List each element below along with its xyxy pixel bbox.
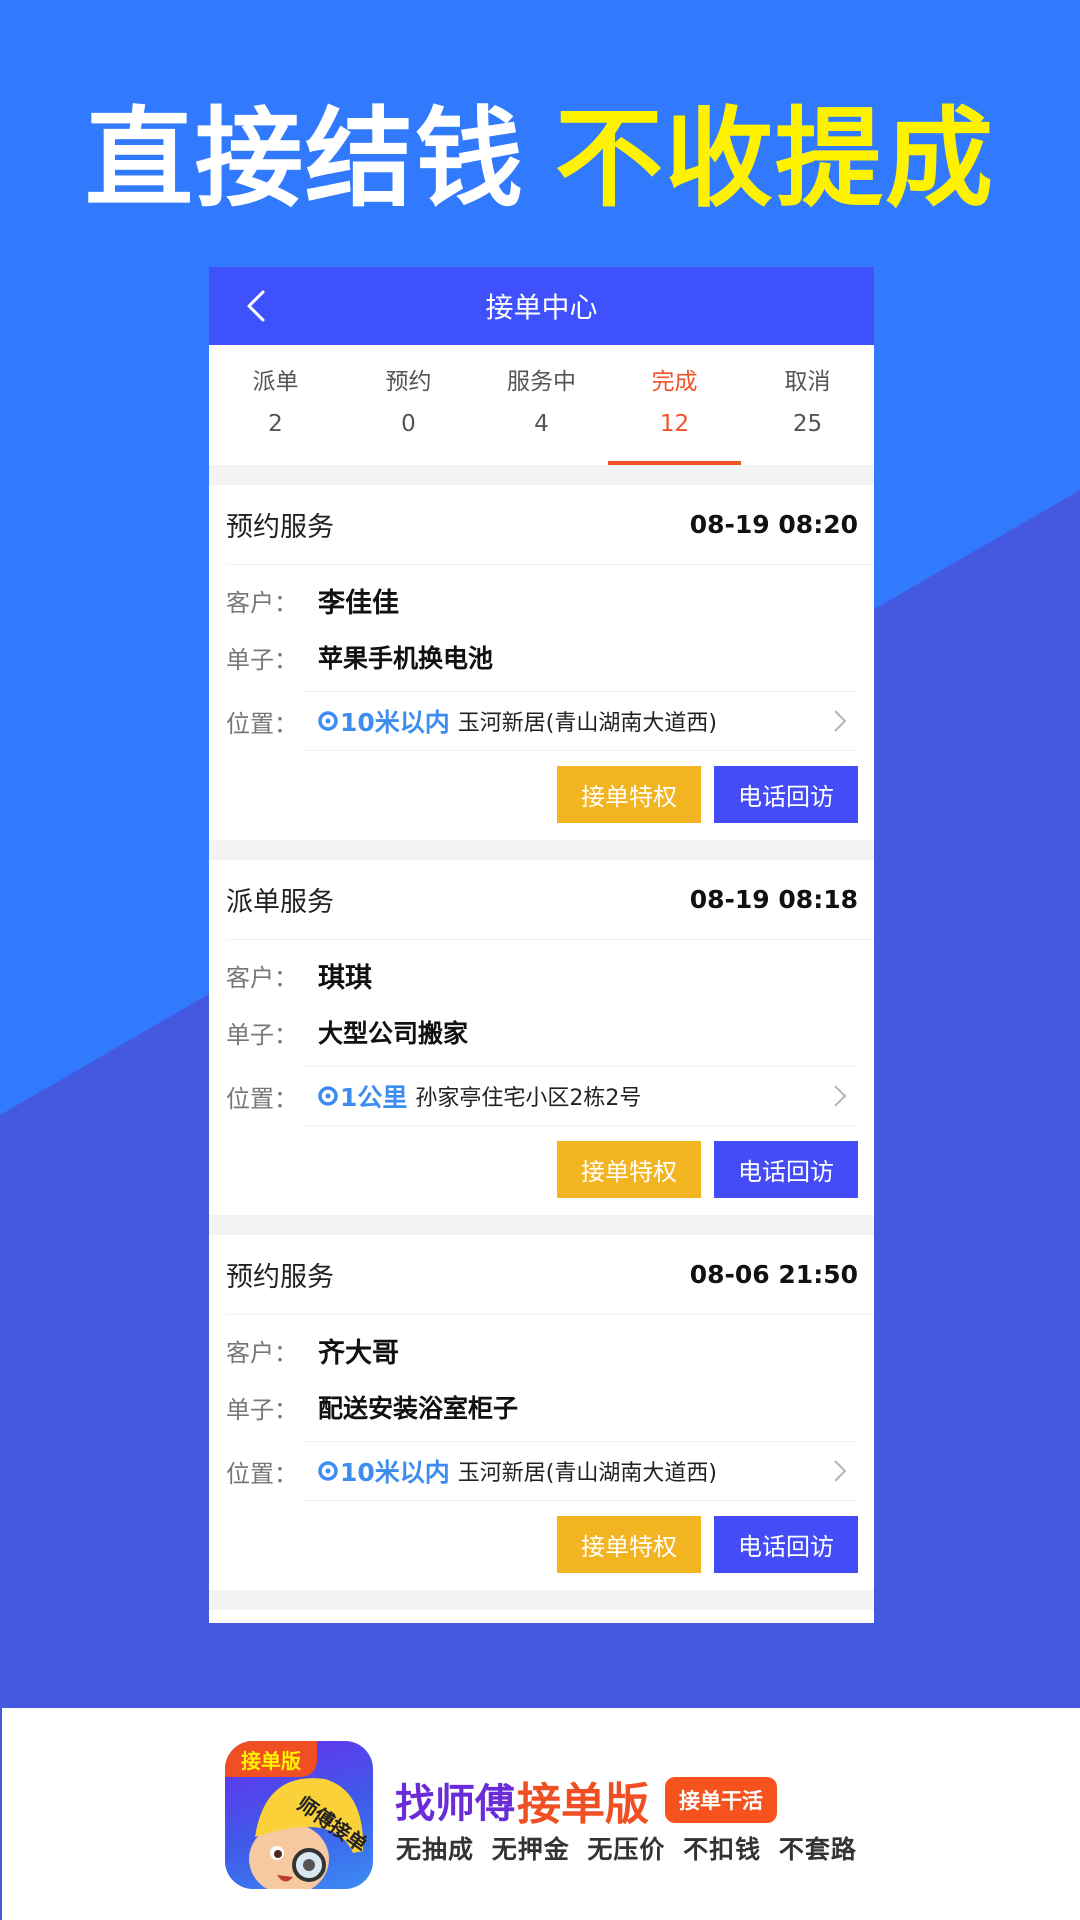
tab-label: 预约 bbox=[385, 369, 432, 395]
headline-part1: 直接结钱 bbox=[84, 97, 525, 222]
privilege-button[interactable]: 接单特权 bbox=[557, 1516, 701, 1573]
item-row: 单子： 大型公司搬家 bbox=[226, 1008, 858, 1056]
location-row[interactable]: 位置： 10米以内 玉河新居(青山湖南大道西) bbox=[226, 691, 858, 751]
headline-part2: 不收提成 bbox=[555, 97, 996, 222]
location-pin-icon bbox=[318, 1086, 338, 1106]
order-type: 预约服务 bbox=[226, 512, 334, 543]
tab-count: 4 bbox=[534, 411, 549, 437]
chevron-right-icon bbox=[834, 1085, 847, 1107]
customer-name: 琪琪 bbox=[318, 962, 372, 994]
tab-label: 派单 bbox=[252, 369, 299, 395]
order-card-header: 派单服务 08-19 08:18 bbox=[226, 860, 874, 940]
customer-label: 客户： bbox=[226, 963, 298, 992]
callback-button[interactable]: 电话回访 bbox=[714, 766, 858, 823]
location-content[interactable]: 10米以内 玉河新居(青山湖南大道西) bbox=[318, 1453, 832, 1489]
tab-count: 0 bbox=[401, 411, 416, 437]
location-row[interactable]: 位置： 1公里 孙家亭住宅小区2栋2号 bbox=[226, 1066, 858, 1126]
address: 玉河新居(青山湖南大道西) bbox=[457, 1461, 717, 1486]
tab-dispatch[interactable]: 派单 2 bbox=[209, 345, 342, 465]
tab-in-service[interactable]: 服务中 4 bbox=[475, 345, 608, 465]
brand-name: 找师傅 bbox=[395, 1781, 515, 1827]
tab-count: 12 bbox=[659, 411, 690, 437]
tab-count: 2 bbox=[268, 411, 283, 437]
app-banner: 师傅接单 接单版 找师傅 接单版 接单干活 无抽成 无押金 无压价 不扣钱 不套… bbox=[2, 1708, 1080, 1920]
location-pin-icon bbox=[318, 1461, 338, 1481]
order-time: 08-19 08:18 bbox=[689, 885, 858, 914]
action-buttons: 接单特权 电话回访 bbox=[226, 1501, 858, 1590]
chevron-right-icon bbox=[834, 710, 847, 732]
item-name: 苹果手机换电池 bbox=[318, 644, 494, 673]
customer-row: 客户： 李佳佳 bbox=[226, 567, 858, 633]
item-label: 单子： bbox=[226, 1395, 298, 1424]
location-label: 位置： bbox=[226, 1459, 298, 1488]
address: 玉河新居(青山湖南大道西) bbox=[457, 711, 717, 736]
navbar: 接单中心 bbox=[209, 267, 874, 345]
brand-line: 找师傅 接单版 接单干活 bbox=[395, 1768, 777, 1832]
order-card-header: 派单服务 2019-05-21 18:57 bbox=[226, 1610, 874, 1623]
distance: 10米以内 bbox=[340, 1458, 450, 1487]
customer-row: 客户： 齐大哥 bbox=[226, 1317, 858, 1383]
order-card: 派单服务 08-19 08:18 客户： 琪琪 单子： 大型公司搬家 位置： 1… bbox=[209, 860, 874, 1215]
address: 孙家亭住宅小区2栋2号 bbox=[415, 1086, 642, 1111]
item-name: 配送安装浴室柜子 bbox=[318, 1394, 519, 1423]
tab-label: 取消 bbox=[784, 369, 831, 395]
tab-cancelled[interactable]: 取消 25 bbox=[741, 345, 874, 465]
slogan: 无抽成 无押金 无压价 不扣钱 不套路 bbox=[396, 1835, 857, 1864]
app-icon: 师傅接单 接单版 bbox=[225, 1741, 373, 1889]
tab-label: 服务中 bbox=[507, 369, 576, 395]
callback-button[interactable]: 电话回访 bbox=[714, 1516, 858, 1573]
privilege-button[interactable]: 接单特权 bbox=[557, 1141, 701, 1198]
location-content[interactable]: 10米以内 玉河新居(青山湖南大道西) bbox=[318, 703, 832, 739]
order-time: 08-06 21:50 bbox=[689, 1260, 858, 1289]
order-type: 预约服务 bbox=[226, 1262, 334, 1293]
customer-name: 李佳佳 bbox=[318, 587, 399, 619]
location-label: 位置： bbox=[226, 709, 298, 738]
order-card-header: 预约服务 08-06 21:50 bbox=[226, 1235, 874, 1315]
tab-count: 25 bbox=[792, 411, 823, 437]
order-card: 派单服务 2019-05-21 18:57 bbox=[209, 1610, 874, 1623]
tab-completed[interactable]: 完成 12 bbox=[608, 345, 741, 465]
privilege-button[interactable]: 接单特权 bbox=[557, 766, 701, 823]
action-buttons: 接单特权 电话回访 bbox=[226, 751, 858, 840]
order-time: 08-19 08:20 bbox=[689, 510, 858, 539]
chevron-left-icon[interactable] bbox=[241, 289, 275, 323]
item-row: 单子： 配送安装浴室柜子 bbox=[226, 1383, 858, 1431]
status-tabs: 派单 2 预约 0 服务中 4 完成 12 取消 25 bbox=[209, 345, 874, 465]
item-row: 单子： 苹果手机换电池 bbox=[226, 633, 858, 681]
order-type: 派单服务 bbox=[226, 887, 334, 918]
app-icon-ribbon: 接单版 bbox=[225, 1741, 317, 1777]
brand-edition: 接单版 bbox=[517, 1779, 649, 1830]
order-card: 预约服务 08-19 08:20 客户： 李佳佳 单子： 苹果手机换电池 位置：… bbox=[209, 485, 874, 840]
phone-screen: 接单中心 派单 2 预约 0 服务中 4 完成 12 取消 25 预约服务 08… bbox=[209, 267, 874, 1623]
location-label: 位置： bbox=[226, 1084, 298, 1113]
chevron-right-icon bbox=[834, 1460, 847, 1482]
callback-button[interactable]: 电话回访 bbox=[714, 1141, 858, 1198]
distance: 1公里 bbox=[340, 1083, 408, 1112]
location-pin-icon bbox=[318, 711, 338, 731]
page-title: 接单中心 bbox=[485, 291, 598, 324]
distance: 10米以内 bbox=[340, 708, 450, 737]
customer-row: 客户： 琪琪 bbox=[226, 942, 858, 1008]
action-buttons: 接单特权 电话回访 bbox=[226, 1126, 858, 1215]
customer-name: 齐大哥 bbox=[318, 1337, 399, 1369]
brand-tag: 接单干活 bbox=[665, 1777, 777, 1823]
customer-label: 客户： bbox=[226, 1338, 298, 1367]
promo-headline: 直接结钱 不收提成 bbox=[0, 100, 1080, 220]
order-card-header: 预约服务 08-19 08:20 bbox=[226, 485, 874, 565]
item-name: 大型公司搬家 bbox=[318, 1019, 469, 1048]
tab-label: 完成 bbox=[651, 369, 698, 395]
location-content[interactable]: 1公里 孙家亭住宅小区2栋2号 bbox=[318, 1078, 832, 1114]
order-card: 预约服务 08-06 21:50 客户： 齐大哥 单子： 配送安装浴室柜子 位置… bbox=[209, 1235, 874, 1590]
tab-reservation[interactable]: 预约 0 bbox=[342, 345, 475, 465]
customer-label: 客户： bbox=[226, 588, 298, 617]
location-row[interactable]: 位置： 10米以内 玉河新居(青山湖南大道西) bbox=[226, 1441, 858, 1501]
item-label: 单子： bbox=[226, 645, 298, 674]
item-label: 单子： bbox=[226, 1020, 298, 1049]
